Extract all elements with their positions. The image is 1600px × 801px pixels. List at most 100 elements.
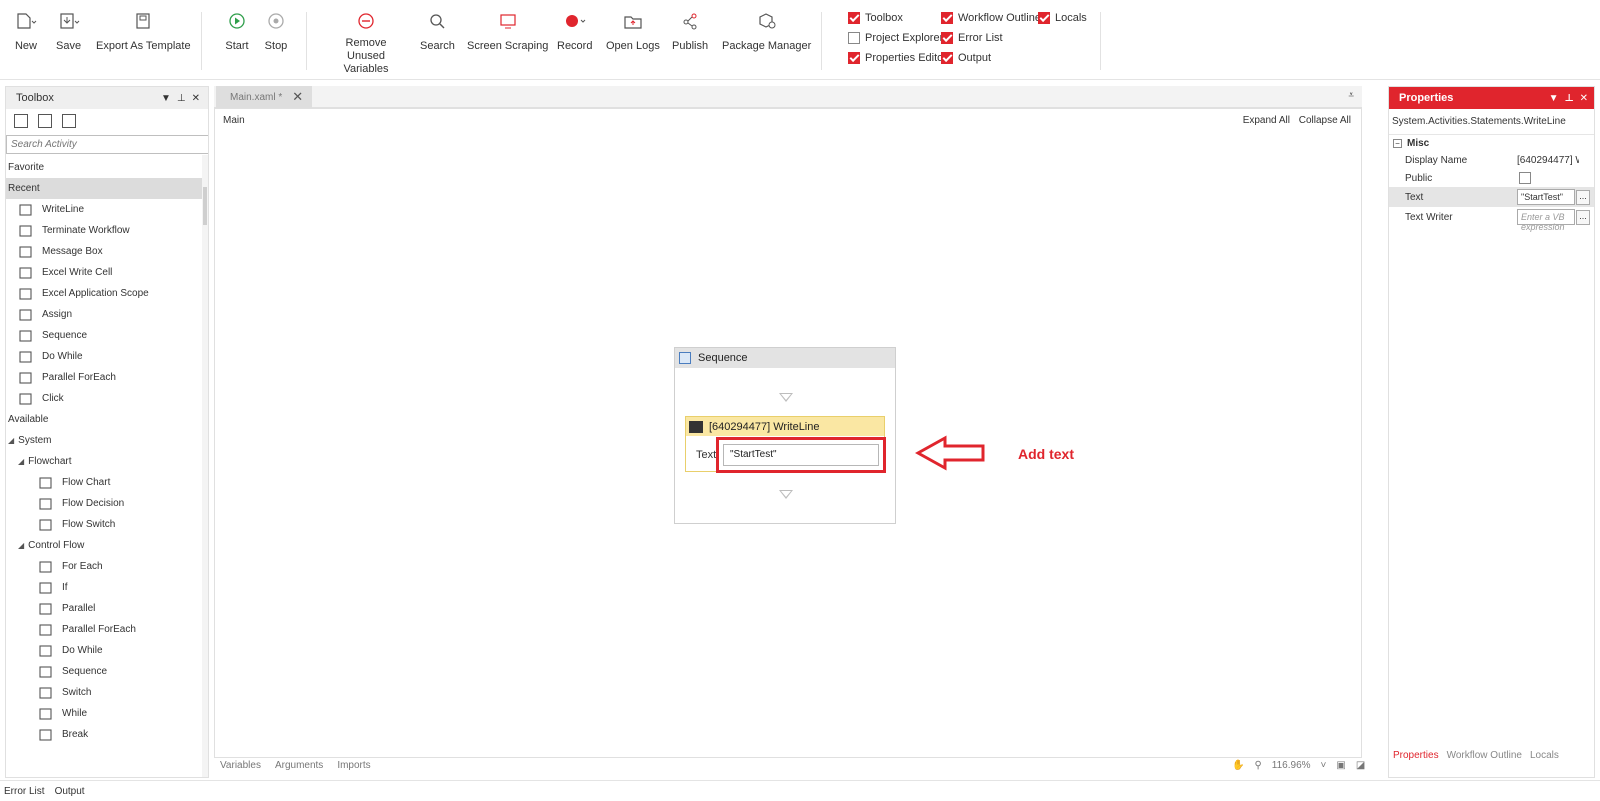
tab-output[interactable]: Output [55, 786, 85, 797]
dropdown-icon[interactable]: ▼ [1549, 93, 1559, 104]
public-checkbox[interactable] [1519, 172, 1531, 184]
property-row-public[interactable]: Public [1389, 169, 1594, 187]
pin-icon[interactable]: ⊥ [177, 93, 186, 104]
tab-main-xaml[interactable]: Main.xaml * ✕ [216, 86, 312, 108]
activity-item[interactable]: Do While [6, 346, 202, 367]
pin-icon[interactable]: ⊥ [1564, 93, 1573, 104]
activity-item[interactable]: Excel Application Scope [6, 283, 202, 304]
list-view-icon[interactable] [62, 114, 76, 128]
publish-button[interactable]: Publish [672, 10, 708, 53]
ellipsis-button[interactable]: ... [1576, 209, 1590, 225]
export-template-button[interactable]: Export As Template [96, 10, 191, 53]
error-list-toggle[interactable]: Error List [941, 32, 1003, 44]
screen-scraping-button[interactable]: Screen Scraping [467, 10, 548, 53]
text-writer-input[interactable]: Enter a VB expression [1517, 209, 1575, 232]
zoom-level[interactable]: 116.96% [1272, 760, 1311, 771]
package-manager-button[interactable]: Package Manager [722, 10, 811, 53]
property-row-text-writer[interactable]: Text Writer Enter a VB expression ... [1389, 207, 1594, 232]
properties-editor-toggle[interactable]: Properties Editor [848, 52, 947, 64]
expand-all-icon[interactable] [14, 114, 28, 128]
tab-imports[interactable]: Imports [337, 760, 370, 771]
activity-item[interactable]: Sequence [6, 325, 202, 346]
save-button[interactable]: Save [56, 10, 81, 53]
activity-item[interactable]: Sequence [6, 661, 202, 682]
activity-item[interactable]: Assign [6, 304, 202, 325]
overview-icon[interactable]: ◪ [1356, 760, 1365, 771]
tab-error-list[interactable]: Error List [4, 786, 45, 797]
collapse-all-link[interactable]: Collapse All [1299, 115, 1351, 126]
activity-group[interactable]: ◢ Flowchart [6, 451, 202, 472]
text-input[interactable]: "StartTest" [723, 444, 879, 466]
zoom-icon[interactable]: ⚲ [1254, 760, 1261, 771]
drop-zone-icon[interactable] [779, 490, 793, 499]
new-button[interactable]: New [14, 10, 38, 53]
tab-arguments[interactable]: Arguments [275, 760, 323, 771]
stop-button[interactable]: Stop [264, 10, 288, 53]
toolbox-category[interactable]: Available [6, 409, 202, 430]
toolbox-category[interactable]: Favorite [6, 157, 202, 178]
locals-toggle[interactable]: Locals [1038, 12, 1087, 24]
output-toggle[interactable]: Output [941, 52, 991, 64]
toolbox-scrollbar[interactable] [202, 155, 208, 777]
record-button[interactable]: Record [557, 10, 592, 53]
property-row-text[interactable]: Text "StartTest" ... [1389, 187, 1594, 207]
expand-arrow-icon[interactable]: ◢ [8, 436, 14, 445]
activity-item[interactable]: Click [6, 388, 202, 409]
toolbox-toggle[interactable]: Toolbox [848, 12, 903, 24]
close-icon[interactable]: ✕ [1580, 93, 1588, 104]
collapse-all-icon[interactable] [38, 114, 52, 128]
chevron-down-icon[interactable]: ˅ [1321, 760, 1327, 771]
tab-overflow-icon[interactable]: ⩡ [1348, 90, 1354, 101]
tab-variables[interactable]: Variables [220, 760, 261, 771]
activity-item[interactable]: If [6, 577, 202, 598]
activity-item[interactable]: Parallel [6, 598, 202, 619]
dropdown-icon[interactable]: ▼ [161, 93, 171, 104]
scrollbar-thumb[interactable] [203, 187, 207, 225]
activity-item[interactable]: Parallel ForEach [6, 367, 202, 388]
close-icon[interactable]: ✕ [292, 89, 303, 105]
start-button[interactable]: Start [225, 10, 249, 53]
sequence-activity[interactable]: Sequence [640294477] WriteLine Text "Sta… [674, 347, 896, 524]
expand-all-link[interactable]: Expand All [1243, 115, 1290, 126]
activity-item[interactable]: For Each [6, 556, 202, 577]
display-name-value[interactable]: [640294477] WriteLine [1517, 155, 1579, 166]
activity-item[interactable]: Switch [6, 682, 202, 703]
remove-unused-variables-button[interactable]: Remove Unused Variables [330, 10, 402, 76]
property-group-misc[interactable]: − Misc [1389, 135, 1594, 151]
search-button[interactable]: Search [420, 10, 455, 53]
expand-arrow-icon[interactable]: ◢ [18, 541, 24, 550]
collapse-icon[interactable]: − [1393, 138, 1402, 148]
fit-screen-icon[interactable]: ▣ [1336, 760, 1345, 771]
breadcrumb[interactable]: Main [223, 115, 245, 126]
hand-icon[interactable]: ✋ [1232, 760, 1244, 771]
activity-item[interactable]: Flow Switch [6, 514, 202, 535]
activity-group[interactable]: ◢ Control Flow [6, 535, 202, 556]
close-icon[interactable]: ✕ [192, 93, 200, 104]
project-explorer-toggle[interactable]: Project Explorer [848, 32, 943, 44]
activity-item[interactable]: Flow Decision [6, 493, 202, 514]
property-row-display-name[interactable]: Display Name [640294477] WriteLine [1389, 151, 1594, 169]
activity-item[interactable]: WriteLine [6, 199, 202, 220]
activity-item[interactable]: While [6, 703, 202, 724]
activity-icon [18, 287, 32, 300]
toolbox-category[interactable]: Recent [6, 178, 202, 199]
search-activity-input[interactable] [6, 135, 208, 154]
workflow-outline-toggle[interactable]: Workflow Outline [941, 12, 1041, 24]
activity-item[interactable]: Terminate Workflow [6, 220, 202, 241]
activity-item[interactable]: Excel Write Cell [6, 262, 202, 283]
activity-item[interactable]: Do While [6, 640, 202, 661]
activity-item[interactable]: Parallel ForEach [6, 619, 202, 640]
text-property-input[interactable]: "StartTest" [1517, 189, 1575, 205]
ellipsis-button[interactable]: ... [1576, 189, 1590, 205]
activity-group[interactable]: ◢ System [6, 430, 202, 451]
activity-item[interactable]: Message Box [6, 241, 202, 262]
activity-item[interactable]: Flow Chart [6, 472, 202, 493]
tab-properties[interactable]: Properties [1393, 750, 1439, 761]
tab-locals[interactable]: Locals [1530, 750, 1559, 761]
activity-item[interactable]: Break [6, 724, 202, 745]
expand-arrow-icon[interactable]: ◢ [18, 457, 24, 466]
tab-workflow-outline[interactable]: Workflow Outline [1447, 750, 1522, 761]
drop-zone-icon[interactable] [779, 393, 793, 402]
open-logs-button[interactable]: Open Logs [606, 10, 660, 53]
activity-type-name: System.Activities.Statements.WriteLine [1389, 109, 1594, 135]
